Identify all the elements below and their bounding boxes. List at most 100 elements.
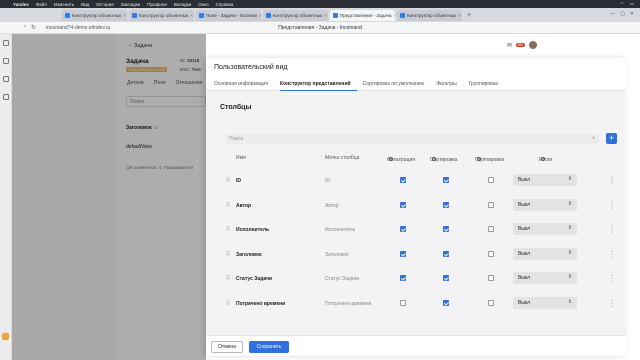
group-checkbox[interactable] xyxy=(488,177,494,183)
tab-grouping[interactable]: Группировка xyxy=(469,79,504,91)
close-icon[interactable]: × xyxy=(123,13,126,18)
filter-checkbox[interactable] xyxy=(400,299,406,306)
panel-footer: Отмена Сохранить xyxy=(206,335,626,356)
row-name: ID xyxy=(236,178,241,184)
new-tab-icon[interactable]: + xyxy=(467,12,471,19)
menu-file[interactable]: Файл xyxy=(36,2,47,7)
close-icon[interactable]: × xyxy=(393,13,395,18)
battery-icon[interactable]: ▭ xyxy=(630,1,634,7)
sort-checkbox[interactable] xyxy=(443,226,449,232)
add-column-button[interactable]: + xyxy=(606,133,617,144)
browser-tab[interactable]: Конструктор объектных × xyxy=(397,9,462,21)
row-label: Исполнитель xyxy=(325,227,356,233)
maximize-icon[interactable]: ▢ xyxy=(620,11,625,17)
group-checkbox[interactable] xyxy=(488,201,494,208)
wifi-icon[interactable]: ◠ xyxy=(620,1,624,7)
tab-basic-info[interactable]: Основная информация xyxy=(214,79,274,91)
more-icon[interactable]: · · · xyxy=(611,248,613,261)
sidebar-app-icon[interactable] xyxy=(2,58,9,64)
tab-filters[interactable]: Фильтры xyxy=(436,79,462,91)
group-checkbox[interactable] xyxy=(488,250,494,257)
sidebar-bottom-icon[interactable] xyxy=(2,333,9,340)
panel-title: Пользовательский вид xyxy=(214,64,288,71)
menu-edit[interactable]: Изменить xyxy=(54,2,74,7)
sort-checkbox[interactable] xyxy=(443,250,449,257)
group-checkbox[interactable] xyxy=(488,226,494,232)
group-checkbox[interactable] xyxy=(488,299,494,306)
filter-checkbox[interactable] xyxy=(400,275,406,281)
sidebar-app-icon[interactable] xyxy=(2,94,9,100)
drag-handle-icon[interactable]: ⠿ xyxy=(226,226,230,233)
filter-checkbox[interactable] xyxy=(400,250,406,257)
totals-select[interactable]: Выкл ⇕ xyxy=(513,296,577,309)
menu-app[interactable]: Yandex xyxy=(13,2,29,7)
browser-tab-active[interactable]: Представления - Задача × xyxy=(330,9,395,21)
drag-handle-icon[interactable]: ⠿ xyxy=(226,177,230,184)
browser-tab[interactable]: Конструктор объектных × xyxy=(263,9,328,21)
tab-default-sort[interactable]: Сортировка по умолчанию xyxy=(363,79,431,91)
info-icon[interactable] xyxy=(477,157,481,161)
menu-tabs[interactable]: Вкладки xyxy=(174,2,191,7)
menu-profiles[interactable]: Профили xyxy=(147,2,167,7)
drag-handle-icon[interactable]: ⠿ xyxy=(226,275,230,282)
more-icon[interactable]: · · · xyxy=(611,272,613,285)
tab-view-builder[interactable]: Конструктор представлений xyxy=(280,79,357,91)
drag-handle-icon[interactable]: ⠿ xyxy=(226,300,230,307)
menu-window[interactable]: Окно xyxy=(198,2,208,7)
save-button[interactable]: Сохранить xyxy=(249,341,289,353)
menu-view[interactable]: Вид xyxy=(81,2,89,7)
notification-badge: 99+ xyxy=(516,43,525,47)
back-icon[interactable]: ‹ xyxy=(24,24,26,31)
close-icon[interactable]: × xyxy=(190,13,193,18)
close-window-icon[interactable]: ✕ xyxy=(630,11,634,17)
close-icon[interactable]: × xyxy=(259,13,261,18)
bell-icon[interactable]: ✉ xyxy=(507,42,512,49)
totals-value: Выкл xyxy=(518,177,531,183)
browser-tab[interactable]: Конструктор объектных × xyxy=(62,9,127,21)
col-header-label: Метка столбца xyxy=(325,155,360,161)
sidebar-app-icon[interactable] xyxy=(2,40,9,46)
info-icon[interactable] xyxy=(389,157,393,161)
modal-backdrop[interactable] xyxy=(12,34,206,360)
sort-checkbox[interactable] xyxy=(443,177,449,183)
browser-tab[interactable]: Конструктор объектных × xyxy=(129,9,194,21)
filter-checkbox[interactable] xyxy=(400,226,406,232)
filter-checkbox[interactable] xyxy=(400,201,406,208)
totals-select[interactable]: Выкл ⇕ xyxy=(513,247,577,260)
group-checkbox[interactable] xyxy=(488,275,494,281)
avatar[interactable] xyxy=(528,41,537,49)
info-icon[interactable] xyxy=(432,157,436,161)
sort-checkbox[interactable] xyxy=(443,299,449,306)
more-icon[interactable]: · · · xyxy=(611,223,613,236)
close-icon[interactable]: × xyxy=(324,13,327,18)
chevron-updown-icon: ⇕ xyxy=(567,298,572,305)
more-icon[interactable]: · · · xyxy=(611,174,613,187)
row-label: Заголовок xyxy=(325,251,349,258)
tab-label: Конструктор объектных xyxy=(139,12,189,18)
drag-handle-icon[interactable]: ⠿ xyxy=(226,251,230,258)
minimize-icon[interactable]: — xyxy=(610,11,615,17)
totals-select[interactable]: Выкл ⇕ xyxy=(513,174,577,186)
close-icon[interactable]: × xyxy=(458,13,461,18)
sort-checkbox[interactable] xyxy=(443,201,449,208)
totals-select[interactable]: Выкл ⇕ xyxy=(513,198,577,211)
search-icon[interactable]: ⌕ xyxy=(592,135,595,141)
url-field[interactable]: incomand74-demo.elmdev.ru xyxy=(46,25,110,31)
reload-icon[interactable]: ↻ xyxy=(31,24,36,31)
table-row: ⠿ Автор Автор Выкл ⇕ · · · xyxy=(225,196,615,216)
browser-tab[interactable]: Поле - Задача - Incoman × xyxy=(196,9,261,21)
info-icon[interactable] xyxy=(541,157,545,161)
sort-checkbox[interactable] xyxy=(443,275,449,281)
more-icon[interactable]: · · · xyxy=(611,297,613,310)
totals-select[interactable]: Выкл ⇕ xyxy=(513,223,577,235)
filter-checkbox[interactable] xyxy=(400,177,406,183)
menu-history[interactable]: История xyxy=(96,2,113,7)
more-icon[interactable]: · · · xyxy=(611,199,613,212)
columns-search-input[interactable]: Поиск ⌕ xyxy=(225,134,599,144)
totals-select[interactable]: Выкл ⇕ xyxy=(513,272,577,284)
menu-help[interactable]: Справка xyxy=(216,2,234,7)
drag-handle-icon[interactable]: ⠿ xyxy=(226,202,230,209)
menu-bookmarks[interactable]: Закладки xyxy=(121,2,140,7)
cancel-button[interactable]: Отмена xyxy=(211,341,243,353)
sidebar-app-icon[interactable] xyxy=(2,76,9,82)
